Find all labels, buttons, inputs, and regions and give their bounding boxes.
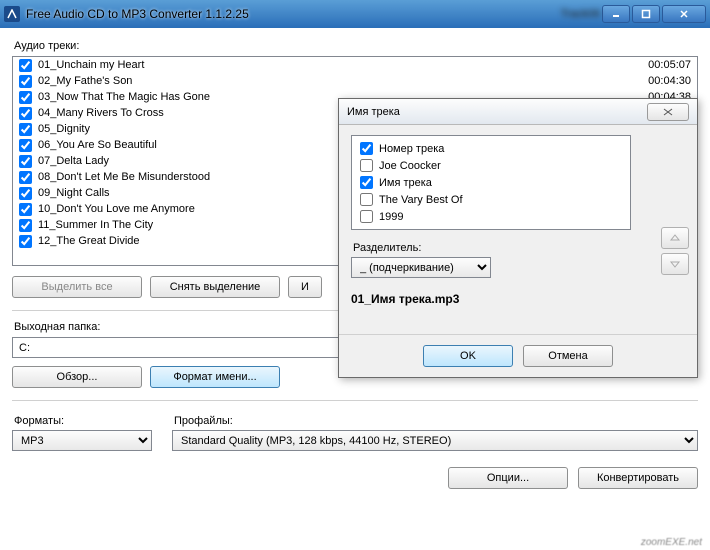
truncated-button[interactable]: И (288, 276, 322, 298)
select-all-button[interactable]: Выделить все (12, 276, 142, 298)
track-checkbox[interactable] (19, 235, 32, 248)
name-format-button[interactable]: Формат имени... (150, 366, 280, 388)
track-row[interactable]: 01_Unchain my Heart00:05:07 (13, 57, 697, 73)
track-checkbox[interactable] (19, 107, 32, 120)
track-row[interactable]: 02_My Fathe's Son00:04:30 (13, 73, 697, 89)
name-parts-list[interactable]: Номер трека Joe Coocker Имя трека The Vary … (351, 135, 631, 230)
dialog-title: Имя трека (347, 106, 647, 118)
deselect-button[interactable]: Снять выделение (150, 276, 280, 298)
track-duration: 00:05:07 (631, 59, 691, 71)
name-part-row[interactable]: Joe Coocker (354, 157, 628, 174)
window-title: Free Audio CD to MP3 Converter 1.1.2.25 (26, 7, 531, 21)
dialog-cancel-button[interactable]: Отмена (523, 345, 613, 367)
titlebar-extra: Track06 (561, 8, 600, 20)
track-duration: 00:04:30 (631, 75, 691, 87)
track-checkbox[interactable] (19, 59, 32, 72)
track-checkbox[interactable] (19, 91, 32, 104)
profile-select[interactable]: Standard Quality (MP3, 128 kbps, 44100 H… (172, 430, 698, 451)
tracks-label: Аудио треки: (14, 40, 698, 52)
name-part-row[interactable]: Номер трека (354, 140, 628, 157)
maximize-button[interactable] (632, 5, 660, 23)
track-checkbox[interactable] (19, 123, 32, 136)
separator-label: Разделитель: (353, 242, 685, 254)
name-part-checkbox[interactable] (360, 193, 373, 206)
move-down-button[interactable] (661, 253, 689, 275)
filename-preview: 01_Имя трека.mp3 (351, 292, 685, 306)
profiles-label: Профайлы: (174, 415, 698, 427)
name-format-dialog: Имя трека Номер трека Joe Coocker Имя трек… (338, 98, 698, 378)
track-checkbox[interactable] (19, 171, 32, 184)
track-checkbox[interactable] (19, 219, 32, 232)
options-button[interactable]: Опции... (448, 467, 568, 489)
minimize-button[interactable] (602, 5, 630, 23)
divider-2 (12, 400, 698, 401)
dialog-titlebar: Имя трека (339, 99, 697, 125)
name-part-label: Номер трека (379, 143, 444, 155)
formats-label: Форматы: (14, 415, 152, 427)
name-part-checkbox[interactable] (360, 142, 373, 155)
titlebar: Free Audio CD to MP3 Converter 1.1.2.25 … (0, 0, 710, 28)
name-part-row[interactable]: 1999 (354, 208, 628, 225)
name-part-row[interactable]: The Vary Best Of (354, 191, 628, 208)
app-icon (4, 6, 20, 22)
name-part-label: 1999 (379, 211, 403, 223)
separator-select[interactable]: _ (подчеркивание) (351, 257, 491, 278)
track-checkbox[interactable] (19, 187, 32, 200)
close-button[interactable] (662, 5, 706, 23)
track-checkbox[interactable] (19, 203, 32, 216)
name-part-label: Имя трека (379, 177, 432, 189)
name-part-checkbox[interactable] (360, 210, 373, 223)
convert-button[interactable]: Конвертировать (578, 467, 698, 489)
format-select[interactable]: MP3 (12, 430, 152, 451)
track-checkbox[interactable] (19, 139, 32, 152)
name-part-row[interactable]: Имя трека (354, 174, 628, 191)
name-part-label: The Vary Best Of (379, 194, 463, 206)
watermark: zoomEXE.net (641, 537, 702, 548)
name-part-checkbox[interactable] (360, 159, 373, 172)
track-name: 01_Unchain my Heart (38, 59, 631, 71)
name-part-checkbox[interactable] (360, 176, 373, 189)
dialog-ok-button[interactable]: OK (423, 345, 513, 367)
track-checkbox[interactable] (19, 155, 32, 168)
browse-button[interactable]: Обзор... (12, 366, 142, 388)
track-name: 02_My Fathe's Son (38, 75, 631, 87)
name-part-label: Joe Coocker (379, 160, 441, 172)
dialog-close-button[interactable] (647, 103, 689, 121)
move-up-button[interactable] (661, 227, 689, 249)
track-checkbox[interactable] (19, 75, 32, 88)
